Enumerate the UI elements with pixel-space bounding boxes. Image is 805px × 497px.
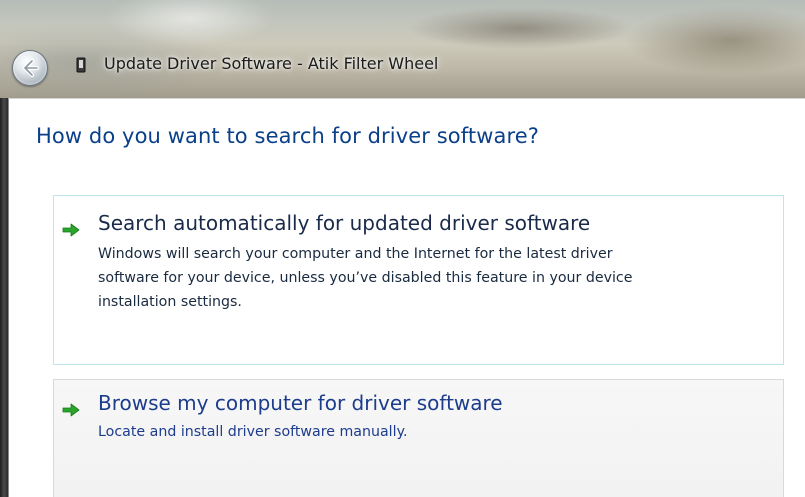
option-title: Search automatically for updated driver … [98, 211, 591, 235]
description-line: Locate and install driver software manua… [98, 424, 408, 440]
main-instruction: How do you want to search for driver sof… [36, 124, 539, 148]
window-left-border [0, 98, 8, 497]
green-arrow-icon [62, 223, 80, 237]
device-icon [76, 57, 86, 73]
browse-computer-option[interactable]: Browse my computer for driver software L… [53, 379, 784, 497]
window-title: Update Driver Software - Atik Filter Whe… [104, 54, 439, 73]
dialog-content: How do you want to search for driver sof… [8, 98, 805, 497]
green-arrow-icon [62, 403, 80, 417]
description-line: installation settings. [98, 294, 242, 310]
update-driver-window: Update Driver Software - Atik Filter Whe… [0, 0, 805, 497]
description-line: software for your device, unless you’ve … [98, 270, 633, 286]
title-bar [0, 0, 805, 98]
description-line: Windows will search your computer and th… [98, 246, 613, 262]
back-arrow-icon [23, 59, 39, 77]
option-title: Browse my computer for driver software [98, 391, 503, 415]
option-description: Windows will search your computer and th… [98, 242, 778, 314]
option-description: Locate and install driver software manua… [98, 420, 758, 444]
search-automatically-option[interactable]: Search automatically for updated driver … [53, 195, 784, 365]
back-button[interactable] [12, 50, 48, 86]
